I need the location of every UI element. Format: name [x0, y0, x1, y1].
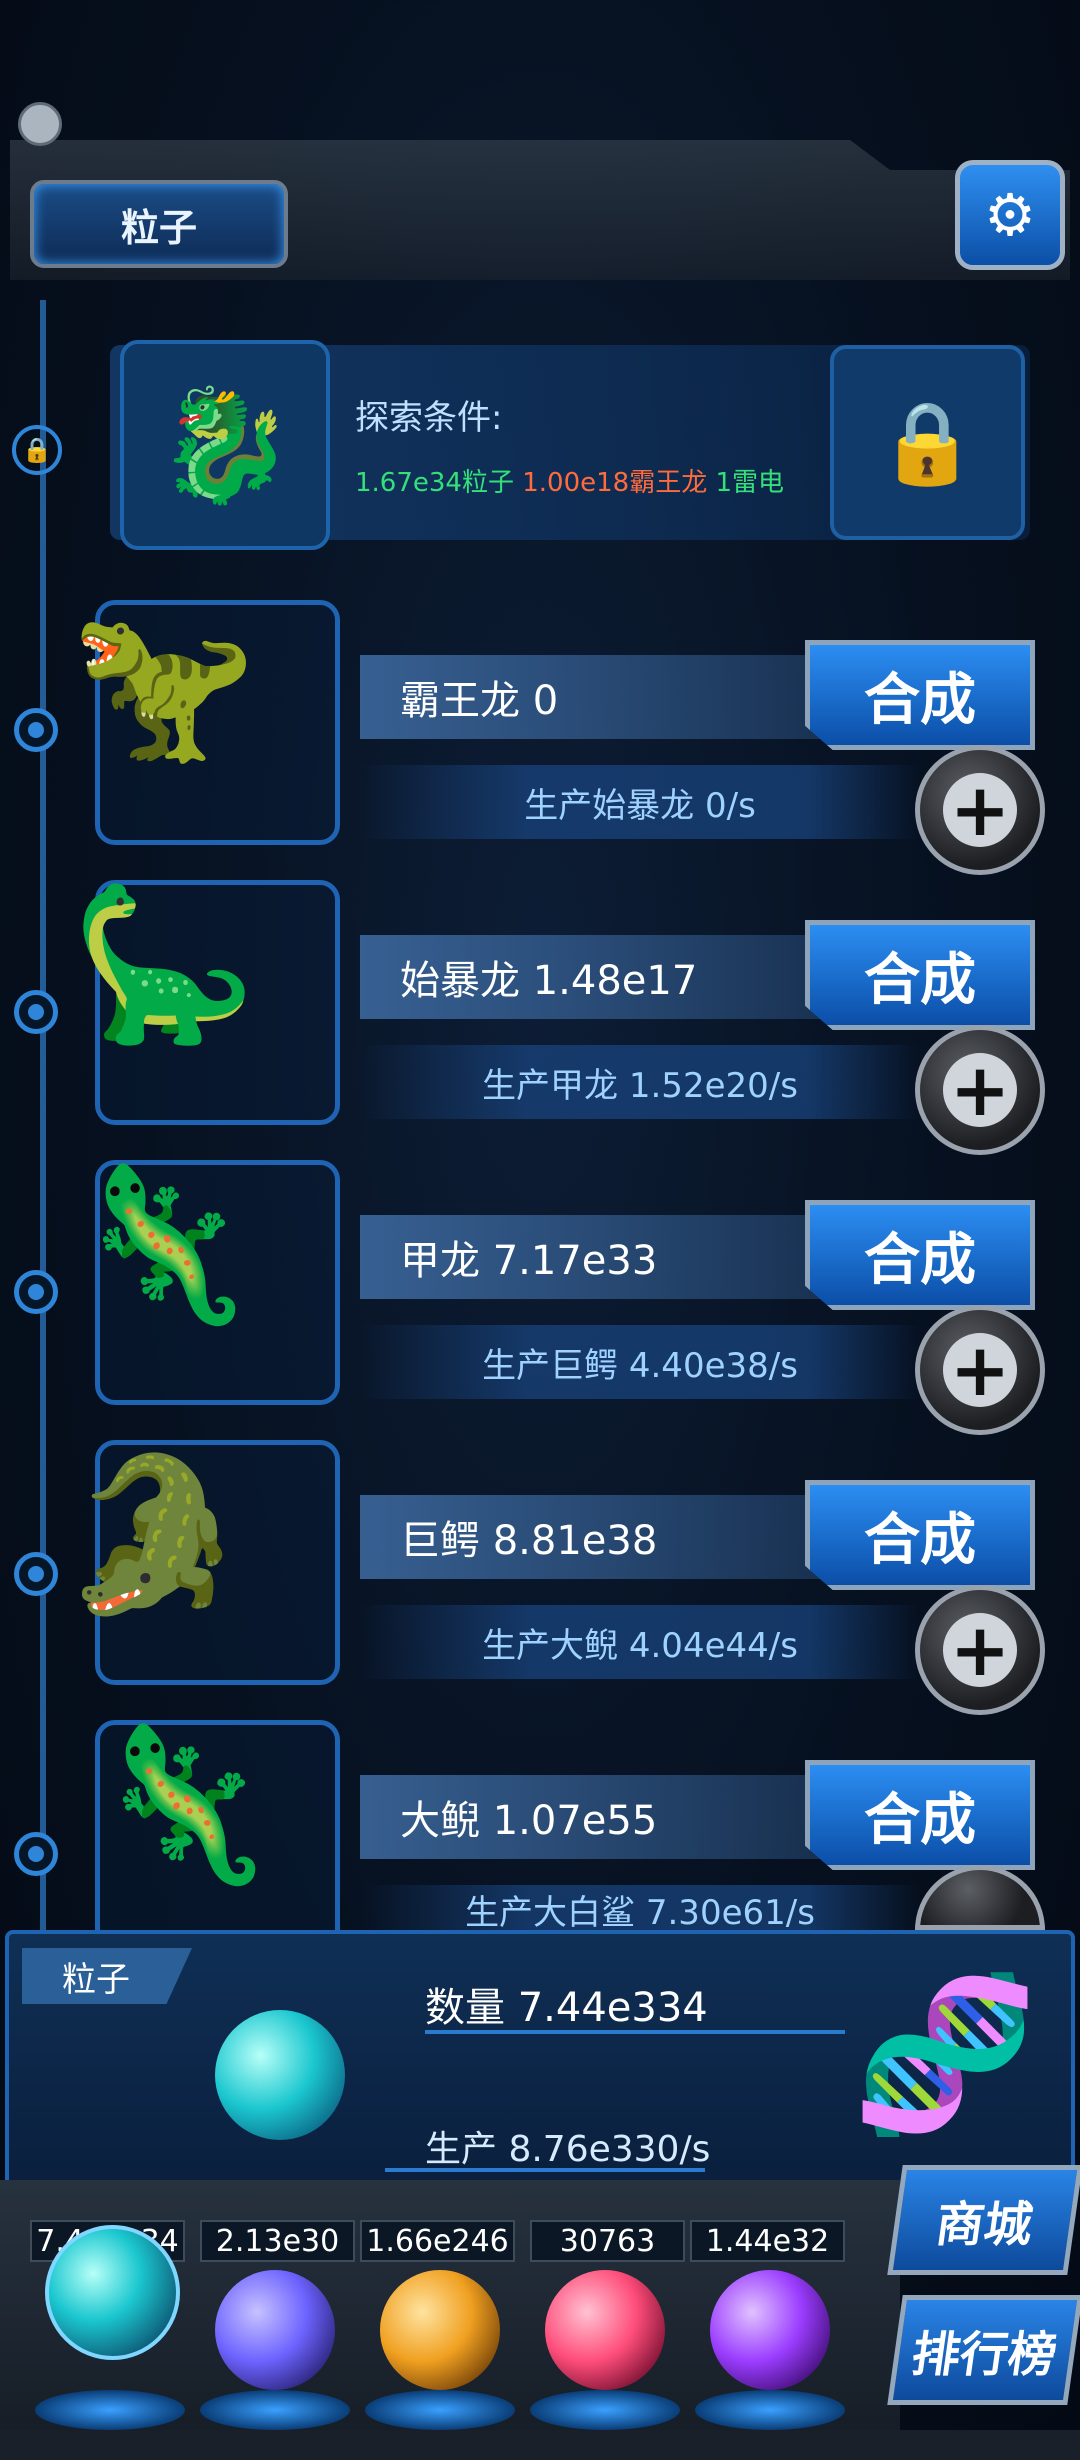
creature-name-salamander: 大鲵 1.07e55 — [360, 1775, 880, 1859]
rail-node — [14, 1270, 58, 1314]
dna-icon: 🧬 — [851, 1968, 1039, 2142]
resource-value-thunder: 2.13e30 — [200, 2220, 355, 2262]
creature-name-ankylosaurus: 甲龙 7.17e33 — [360, 1215, 880, 1299]
fire-orb-button[interactable] — [380, 2270, 500, 2390]
requirement-thunder: 1雷电 — [715, 468, 785, 498]
creature-name-eotyrannus: 始暴龙 1.48e17 — [360, 935, 880, 1019]
pedestal — [35, 2390, 185, 2430]
creature-production-ankylosaurus: 生产巨鳄 4.40e38/s — [360, 1325, 920, 1399]
lock-icon: 🔒 — [877, 395, 978, 489]
creature-production-trex: 生产始暴龙 0/s — [360, 765, 920, 839]
add-salamander-button[interactable] — [915, 1865, 1045, 1930]
shop-button[interactable]: 商城 — [887, 2165, 1080, 2275]
thunder-orb-button[interactable] — [215, 2270, 335, 2390]
creature-name-crocodile: 巨鳄 8.81e38 — [360, 1495, 880, 1579]
add-trex-button[interactable]: + — [915, 745, 1045, 875]
creature-production-crocodile: 生产大鲵 4.04e44/s — [360, 1605, 920, 1679]
gear-icon: ⚙ — [984, 181, 1036, 249]
ranking-button[interactable]: 排行榜 — [887, 2295, 1080, 2405]
screw-icon — [18, 102, 62, 146]
synthesize-salamander-button[interactable]: 合成 — [805, 1760, 1035, 1870]
dinosaur-icon: 🦕 — [70, 878, 257, 1052]
resource-value-fire: 1.66e246 — [360, 2220, 515, 2262]
add-crocodile-button[interactable]: + — [915, 1585, 1045, 1715]
creature-name-trex: 霸王龙 0 — [360, 655, 880, 739]
resource-value-brain: 30763 — [530, 2220, 685, 2262]
pedestal — [695, 2390, 845, 2430]
progress-rail — [40, 300, 46, 1940]
settings-button[interactable]: ⚙ — [955, 160, 1065, 270]
pedestal — [200, 2390, 350, 2430]
plus-icon: + — [943, 1048, 1017, 1132]
vortex-orb-button[interactable] — [710, 2270, 830, 2390]
page-title: 粒子 — [30, 180, 288, 268]
pedestal — [530, 2390, 680, 2430]
plus-icon: + — [943, 1608, 1017, 1692]
add-eotyrannus-button[interactable]: + — [915, 1025, 1045, 1155]
divider — [425, 2030, 845, 2034]
resource-rate: 生产 8.76e330/s — [425, 2129, 711, 2170]
rail-lock-icon: 🔒 — [12, 425, 62, 475]
rail-node — [14, 1552, 58, 1596]
info-resource-tag: 粒子 — [22, 1948, 192, 2004]
creature-production-eotyrannus: 生产甲龙 1.52e20/s — [360, 1045, 920, 1119]
rail-node — [14, 1832, 58, 1876]
rail-node — [14, 708, 58, 752]
bottom-frame — [0, 2430, 1080, 2460]
resource-quantity: 数量 7.44e334 — [425, 1985, 708, 2031]
explore-label: 探索条件: — [355, 398, 503, 438]
crocodile-icon: 🐊 — [60, 1448, 247, 1622]
divider — [385, 2168, 705, 2172]
explore-requirements: 1.67e34粒子 1.00e18霸王龙 1雷电 — [355, 462, 784, 499]
plus-icon: + — [943, 768, 1017, 852]
add-ankylosaurus-button[interactable]: + — [915, 1305, 1045, 1435]
salamander-icon: 🦎 — [90, 1718, 277, 1892]
requirement-particles: 1.67e34粒子 — [355, 468, 514, 498]
brain-orb-button[interactable] — [545, 2270, 665, 2390]
synthesize-ankylosaurus-button[interactable]: 合成 — [805, 1200, 1035, 1310]
synthesize-eotyrannus-button[interactable]: 合成 — [805, 920, 1035, 1030]
particle-orb-button[interactable] — [45, 2225, 180, 2360]
resource-value-vortex: 1.44e32 — [690, 2220, 845, 2262]
creature-production-salamander: 生产大白鲨 7.30e61/s — [360, 1885, 920, 1930]
explore-lock-button[interactable]: 🔒 — [830, 345, 1025, 540]
ankylosaurus-icon: 🦎 — [70, 1158, 257, 1332]
requirement-trex: 1.00e18霸王龙 — [522, 468, 708, 498]
synthesize-crocodile-button[interactable]: 合成 — [805, 1480, 1035, 1590]
pedestal — [365, 2390, 515, 2430]
synthesize-trex-button[interactable]: 合成 — [805, 640, 1035, 750]
t-rex-icon: 🦖 — [70, 598, 257, 772]
plus-icon: + — [943, 1328, 1017, 1412]
particle-icon — [215, 2010, 345, 2140]
rail-node — [14, 990, 58, 1034]
locked-creature-silhouette: 🐉 — [120, 340, 330, 550]
